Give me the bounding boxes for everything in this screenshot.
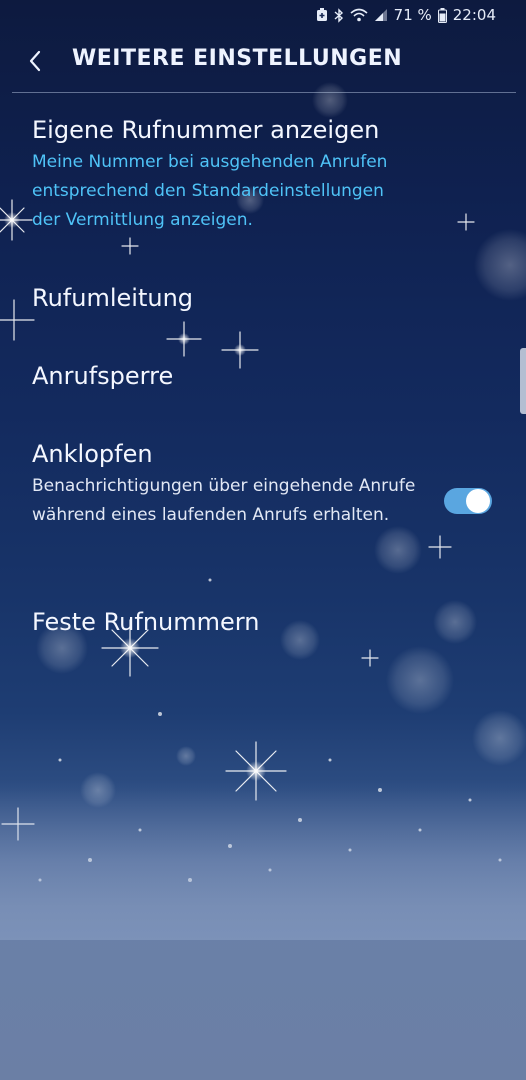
back-button[interactable]	[20, 46, 50, 76]
signal-icon	[374, 8, 388, 22]
setting-title: Rufumleitung	[32, 284, 194, 312]
setting-call-forwarding[interactable]: Rufumleitung	[32, 284, 502, 312]
toggle-knob	[466, 489, 490, 513]
setting-title: Anrufsperre	[32, 362, 174, 390]
setting-show-own-number[interactable]: Eigene Rufnummer anzeigen Meine Nummer b…	[32, 116, 502, 235]
setting-title: Eigene Rufnummer anzeigen	[32, 116, 380, 144]
subtitle-line: Meine Nummer bei ausgehenden Anrufen	[32, 152, 388, 172]
setting-title: Feste Rufnummern	[32, 608, 260, 636]
setting-subtitle: Meine Nummer bei ausgehenden Anrufen ent…	[32, 148, 502, 235]
battery-icon	[437, 7, 447, 23]
status-bar: 71 % 22:04	[0, 0, 526, 30]
subtitle-line: entsprechend den Standardeinstellungen	[32, 181, 384, 201]
setting-call-barring[interactable]: Anrufsperre	[32, 362, 502, 390]
setting-subtitle: Benachrichtigungen über eingehende Anruf…	[32, 476, 416, 525]
battery-percent: 71 %	[393, 6, 432, 24]
setting-fixed-dialing-numbers[interactable]: Feste Rufnummern	[32, 608, 502, 636]
call-waiting-toggle[interactable]	[444, 488, 492, 514]
setting-call-waiting[interactable]: Anklopfen Benachrichtigungen über eingeh…	[32, 440, 502, 530]
scroll-handle[interactable]	[520, 348, 526, 414]
divider	[12, 92, 516, 93]
app-bar: WEITERE EINSTELLUNGEN	[0, 30, 526, 92]
setting-title: Anklopfen	[32, 440, 153, 468]
page-title: WEITERE EINSTELLUNGEN	[72, 46, 403, 71]
battery-saver-icon	[316, 8, 328, 22]
subtitle-line: der Vermittlung anzeigen.	[32, 210, 253, 230]
wifi-icon	[350, 8, 368, 22]
clock: 22:04	[452, 6, 496, 24]
chevron-left-icon	[29, 50, 41, 72]
bluetooth-icon	[334, 7, 344, 23]
